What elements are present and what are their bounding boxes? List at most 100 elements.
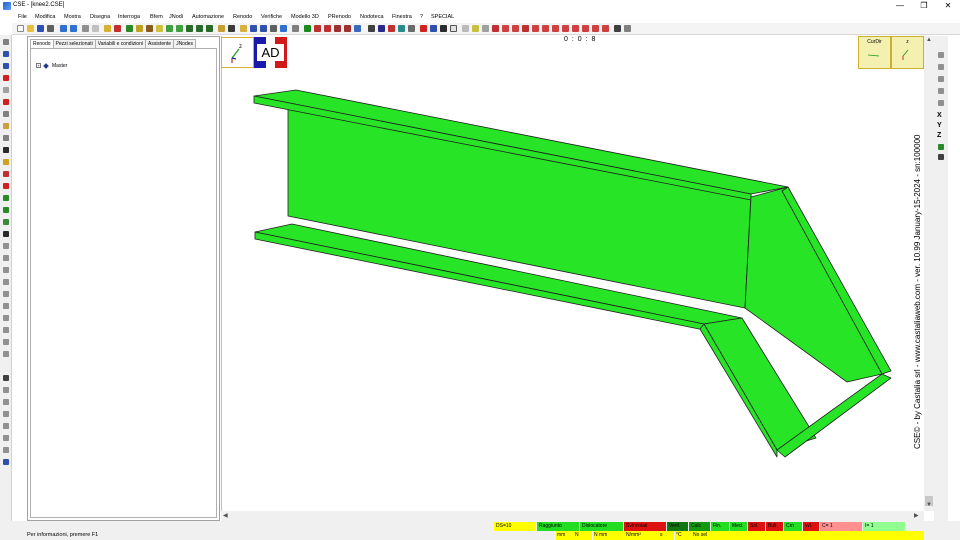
menu-file[interactable]: File (18, 14, 27, 20)
zoom-box-icon[interactable] (240, 25, 247, 32)
current-direction-box[interactable]: CurDir (858, 36, 891, 69)
table-icon[interactable] (378, 25, 385, 32)
menu-nodoteca[interactable]: Nodoteca (360, 14, 384, 20)
tool-a-icon[interactable] (462, 25, 469, 32)
zoom-in-icon[interactable] (250, 25, 257, 32)
tab-renodo[interactable]: Renodo (30, 39, 54, 48)
axis-z-button[interactable]: Z (937, 132, 941, 139)
tool-19-icon[interactable] (3, 255, 9, 261)
dash-icon[interactable] (440, 25, 447, 32)
menu-finestra[interactable]: Finestra (392, 14, 412, 20)
menu-prenodo[interactable]: PRenodo (328, 14, 351, 20)
tool-12-icon[interactable] (3, 171, 9, 177)
steel-beam-model[interactable] (253, 89, 892, 458)
question-red-icon[interactable] (522, 25, 529, 32)
rotate-up-icon[interactable] (334, 25, 341, 32)
tool-11-icon[interactable] (3, 159, 9, 165)
tool-17-icon[interactable] (3, 231, 9, 237)
tree-node-master[interactable]: + Master (36, 62, 67, 69)
tool-23-icon[interactable] (3, 303, 9, 309)
scroll-up-icon[interactable]: ▲ (926, 37, 932, 43)
minimize-button[interactable]: — (888, 1, 912, 11)
help-pointer-icon[interactable] (614, 25, 621, 32)
tab-jnodes[interactable]: JNodes (173, 39, 197, 48)
menu-special[interactable]: SPECIAL (431, 14, 454, 20)
scroll-right-icon[interactable]: ▶ (914, 512, 919, 519)
tool-c-icon[interactable] (482, 25, 489, 32)
tool-g-icon[interactable] (552, 25, 559, 32)
tool-14-icon[interactable] (3, 195, 9, 201)
tool-25-icon[interactable] (3, 327, 9, 333)
model-canvas[interactable] (222, 36, 935, 521)
grid-icon[interactable] (292, 25, 299, 32)
open-folder-icon[interactable] (27, 25, 34, 32)
rtool-2-icon[interactable] (938, 64, 944, 70)
menu-disegna[interactable]: Disegna (90, 14, 110, 20)
node-icon[interactable] (304, 25, 311, 32)
stop-icon[interactable] (388, 25, 395, 32)
menu-automazione[interactable]: Automazione (192, 14, 224, 20)
tool-4-icon[interactable] (3, 75, 9, 81)
grid-view-icon[interactable] (398, 25, 405, 32)
tab-assistente[interactable]: Assistente (144, 39, 175, 48)
rotate-left-icon[interactable] (314, 25, 321, 32)
menu-verifiche[interactable]: Verifiche (261, 14, 282, 20)
redo-icon[interactable] (70, 25, 77, 32)
arrow-down-icon[interactable] (176, 25, 183, 32)
rtool-5-icon[interactable] (938, 100, 944, 106)
link-icon[interactable] (368, 25, 375, 32)
pan-icon[interactable] (354, 25, 361, 32)
tool-15-icon[interactable] (3, 207, 9, 213)
tool-31-icon[interactable] (3, 411, 9, 417)
menu-interroga[interactable]: Interroga (118, 14, 140, 20)
tool-5-icon[interactable] (3, 87, 9, 93)
menu-bfem[interactable]: Bfem (150, 14, 163, 20)
copy-icon[interactable] (92, 25, 99, 32)
tool-21-icon[interactable] (3, 279, 9, 285)
rotate-right-icon[interactable] (324, 25, 331, 32)
tool-d-icon[interactable] (492, 25, 499, 32)
dropdown-icon[interactable] (430, 25, 437, 32)
scroll-down-icon[interactable]: ▼ (926, 502, 932, 508)
selected-option-icon[interactable] (450, 25, 457, 32)
vertical-scrollbar[interactable]: ▲ ▼ (924, 36, 934, 511)
rtool-4-icon[interactable] (938, 88, 944, 94)
rtool-7-icon[interactable] (938, 154, 944, 160)
u-icon[interactable] (420, 25, 427, 32)
tool-b-icon[interactable] (472, 25, 479, 32)
arrow-up-alt-icon[interactable] (186, 25, 193, 32)
save-icon[interactable] (37, 25, 44, 32)
rotate-down-icon[interactable] (344, 25, 351, 32)
maximize-button[interactable]: ❐ (912, 1, 936, 11)
menu-mostra[interactable]: Mostra (64, 14, 81, 20)
cut-icon[interactable] (82, 25, 89, 32)
paste-icon[interactable] (104, 25, 111, 32)
tool-7-icon[interactable] (3, 111, 9, 117)
tool-34-icon[interactable] (3, 447, 9, 453)
tool-i-icon[interactable] (572, 25, 579, 32)
search-icon[interactable] (270, 25, 277, 32)
tool-2-icon[interactable] (3, 51, 9, 57)
rtool-6-icon[interactable] (938, 144, 944, 150)
tool-1-icon[interactable] (3, 39, 9, 45)
frame-icon[interactable] (146, 25, 153, 32)
rtool-3-icon[interactable] (938, 76, 944, 82)
app-icon[interactable] (3, 2, 11, 10)
tool-h-icon[interactable] (562, 25, 569, 32)
undo-icon[interactable] (60, 25, 67, 32)
tab-pezzi-selezionati[interactable]: Pezzi selezionati (52, 39, 96, 48)
tool-10-icon[interactable] (3, 147, 9, 153)
axis-y-button[interactable]: Y (937, 122, 942, 129)
tool-j-icon[interactable] (582, 25, 589, 32)
tool-13-icon[interactable] (3, 183, 9, 189)
horizontal-scrollbar[interactable]: ◀ ▶ (221, 511, 924, 521)
shape-icon[interactable] (228, 25, 235, 32)
rtool-1-icon[interactable] (938, 52, 944, 58)
arrow-up-icon[interactable] (166, 25, 173, 32)
view-mode-indicator[interactable]: AD (254, 37, 287, 68)
tool-k-icon[interactable] (592, 25, 599, 32)
delete-icon[interactable] (114, 25, 121, 32)
menu-modifica[interactable]: Modifica (35, 14, 55, 20)
tool-29-icon[interactable] (3, 387, 9, 393)
zoom-out-icon[interactable] (260, 25, 267, 32)
